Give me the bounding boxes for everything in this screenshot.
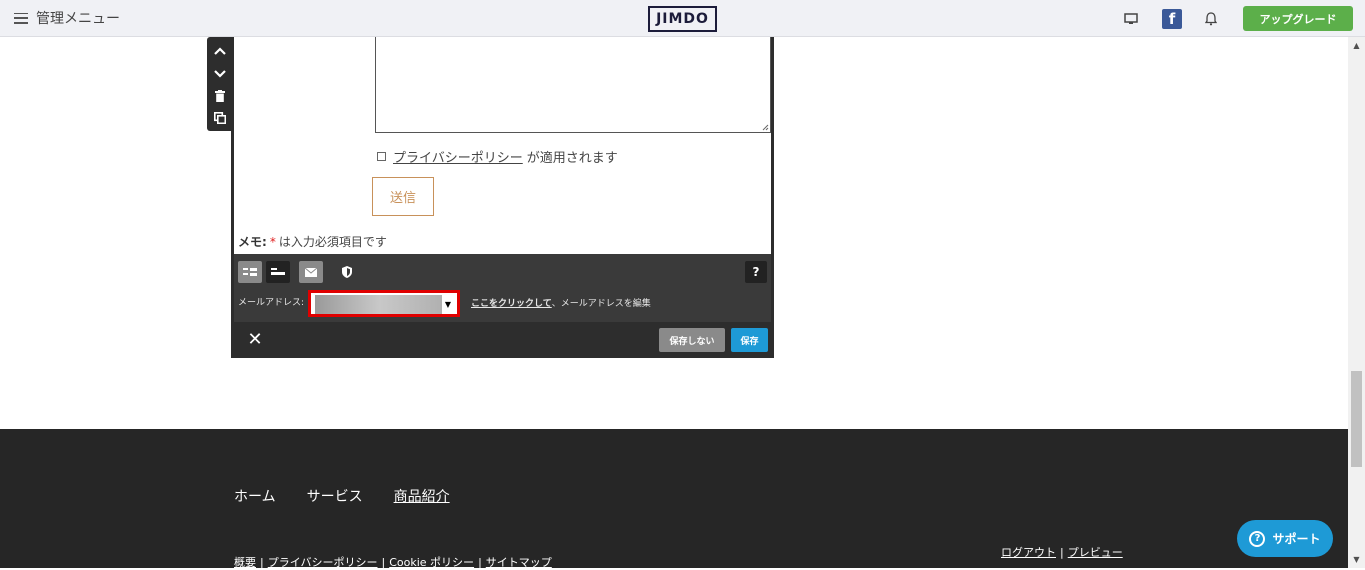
email-address-value-redacted (315, 295, 444, 314)
privacy-policy-link[interactable]: プライバシーポリシー (393, 147, 523, 166)
move-down-icon[interactable] (211, 65, 229, 83)
footer-nav-products[interactable]: 商品紹介 (394, 486, 450, 506)
memo-label: メモ: (238, 235, 267, 249)
question-icon: ? (1249, 530, 1266, 547)
top-admin-bar: 管理メニュー JIMDO f アップグレード (0, 0, 1365, 37)
privacy-consent-row: プライバシーポリシー が適用されます (377, 147, 618, 166)
admin-menu-button[interactable]: 管理メニュー (14, 8, 120, 28)
hamburger-icon (14, 12, 28, 24)
footer-admin-links: ログアウト | プレビュー (1001, 544, 1123, 560)
required-memo: メモ: * は入力必須項目です (238, 233, 387, 250)
scroll-up-icon[interactable]: ▲ (1352, 41, 1361, 50)
message-textarea[interactable] (375, 37, 771, 133)
email-address-label: メールアドレス: (238, 298, 305, 308)
logout-link[interactable]: ログアウト (1001, 546, 1056, 559)
footer-link-cookie[interactable]: Cookie ポリシー (389, 556, 474, 569)
jimdo-logo[interactable]: JIMDO (648, 6, 717, 32)
footer-nav: ホーム サービス 商品紹介 (234, 486, 481, 506)
dropdown-caret-icon: ▼ (442, 295, 454, 314)
move-up-icon[interactable] (211, 42, 229, 60)
help-button[interactable]: ? (745, 261, 767, 283)
layout-labels-left-icon[interactable] (238, 261, 262, 283)
close-icon[interactable]: ✕ (246, 329, 264, 350)
discard-button[interactable]: 保存しない (659, 328, 725, 352)
save-button[interactable]: 保存 (731, 328, 768, 352)
site-footer: ホーム サービス 商品紹介 概要 | プライバシーポリシー | Cookie ポリシー |… (0, 429, 1348, 569)
link-separator: | (478, 556, 482, 569)
admin-menu-label: 管理メニュー (36, 11, 120, 27)
edit-email-suffix: 、メールアドレスを編集 (551, 299, 651, 309)
layout-labels-top-icon[interactable] (266, 261, 290, 283)
privacy-checkbox[interactable] (377, 152, 386, 161)
page-scrollbar[interactable]: ▲ ▼ (1348, 37, 1365, 568)
footer-link-privacy[interactable]: プライバシーポリシー (268, 556, 378, 569)
form-settings-toolbar: ? メールアドレス: ▼ ここをクリックして、メールアドレスを編集 (234, 254, 771, 322)
email-settings-icon[interactable] (299, 261, 323, 283)
required-star: * (269, 235, 276, 249)
scroll-thumb[interactable] (1351, 371, 1362, 467)
link-separator: | (1060, 546, 1064, 559)
upgrade-button[interactable]: アップグレード (1243, 6, 1353, 31)
footer-nav-home[interactable]: ホーム (234, 486, 276, 506)
support-button[interactable]: ? サポート (1237, 520, 1333, 557)
spam-protection-shield-icon[interactable] (335, 261, 359, 283)
form-editor: プライバシーポリシー が適用されます 送信 メモ: * は入力必須項目です ? メー… (231, 37, 774, 358)
email-address-select[interactable]: ▼ (308, 290, 460, 317)
edit-email-hint: ここをクリックして、メールアドレスを編集 (471, 296, 651, 309)
scroll-down-icon[interactable]: ▼ (1352, 555, 1361, 564)
resize-grip-icon[interactable] (761, 123, 769, 131)
facebook-icon[interactable]: f (1162, 9, 1182, 29)
link-separator: | (381, 556, 386, 569)
preview-link[interactable]: プレビュー (1068, 546, 1123, 559)
footer-nav-services[interactable]: サービス (307, 486, 363, 506)
submit-button[interactable]: 送信 (372, 177, 434, 216)
memo-text: は入力必須項目です (278, 235, 387, 249)
duplicate-icon[interactable] (211, 109, 229, 127)
support-label: サポート (1272, 532, 1321, 546)
footer-link-about[interactable]: 概要 (234, 556, 256, 569)
desktop-preview-icon[interactable] (1121, 9, 1141, 29)
footer-link-sitemap[interactable]: サイトマップ (486, 556, 552, 569)
edit-email-link[interactable]: ここをクリックして (471, 299, 552, 309)
link-separator: | (260, 556, 264, 569)
trash-icon[interactable] (211, 87, 229, 105)
privacy-suffix: が適用されます (526, 151, 618, 166)
bell-icon[interactable] (1201, 9, 1221, 29)
element-tools (207, 37, 233, 131)
editor-action-bar: ✕ 保存しない 保存 (234, 322, 771, 358)
